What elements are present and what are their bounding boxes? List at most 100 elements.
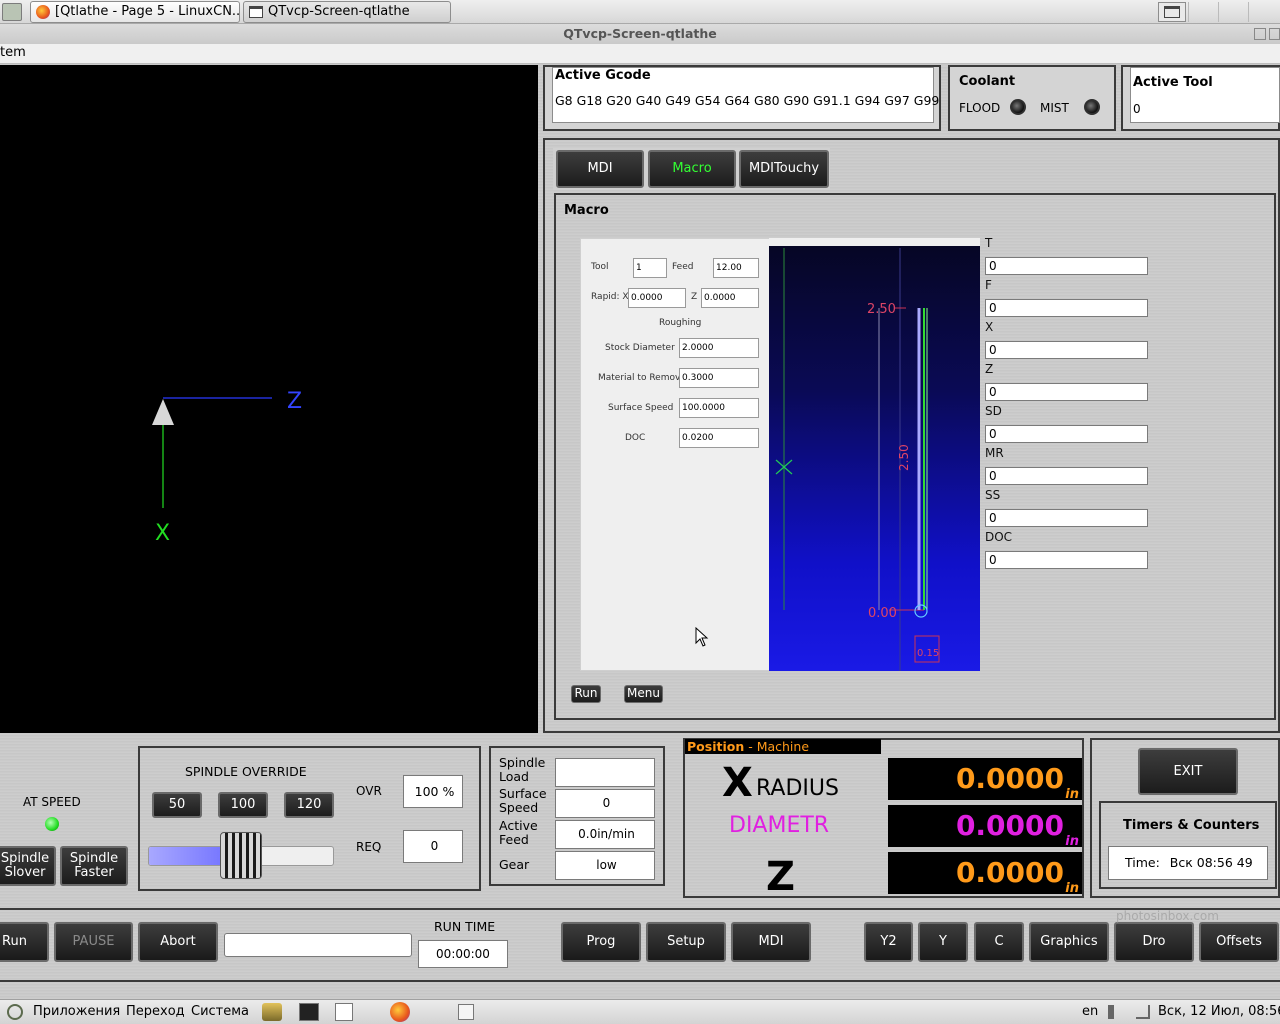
param-ss-input[interactable]: 0: [985, 509, 1148, 527]
c-button[interactable]: C: [974, 922, 1024, 962]
macro-run-button[interactable]: Run: [571, 685, 601, 703]
clock[interactable]: Вск, 12 Июл, 08:56: [1158, 1000, 1280, 1024]
position-header: Position - Machine: [685, 739, 881, 754]
ovr-label: OVR: [356, 784, 382, 798]
y-button[interactable]: Y: [918, 922, 968, 962]
override-slider-handle[interactable]: [220, 832, 262, 879]
system-menu[interactable]: Система: [191, 1000, 249, 1024]
spindle-faster-button[interactable]: Spindle Faster: [60, 846, 128, 886]
spindle-slower-button[interactable]: Spindle Slover: [0, 846, 56, 886]
applications-menu[interactable]: Приложения: [33, 1000, 120, 1024]
workspace-3[interactable]: [1218, 2, 1246, 22]
graphics-preview[interactable]: Z X: [0, 65, 538, 733]
spindle-override-title: SPINDLE OVERRIDE: [185, 764, 307, 779]
go-menu[interactable]: Переход: [126, 1000, 185, 1024]
param-x-input[interactable]: 0: [985, 341, 1148, 359]
y2-button[interactable]: Y2: [864, 922, 913, 962]
exit-button[interactable]: EXIT: [1138, 748, 1238, 795]
menu-item-system[interactable]: tem: [0, 45, 26, 60]
param-t-label: T: [985, 236, 993, 250]
timers-time-box: Time: Вск 08:56 49: [1108, 846, 1268, 880]
offsets-button[interactable]: Offsets: [1199, 922, 1279, 962]
run-button[interactable]: Run: [0, 922, 49, 962]
param-ss-label: SS: [985, 488, 1001, 502]
material-remove-label: Material to Remove: [598, 373, 686, 383]
window-icon: [249, 6, 263, 18]
workspace-switcher[interactable]: [1158, 2, 1186, 22]
dro-diameter: 0.0000 in: [888, 805, 1082, 849]
flood-indicator: [1010, 99, 1026, 115]
override-120-button[interactable]: 120: [284, 792, 334, 818]
terminal-icon[interactable]: [299, 1003, 319, 1021]
doc-input[interactable]: 0.0200: [679, 428, 759, 448]
axis-gizmo: Z X: [152, 389, 302, 546]
param-sd-input[interactable]: 0: [985, 425, 1148, 443]
preview-side-dim: 2.50: [897, 444, 911, 471]
tool-cone-icon: [152, 399, 174, 425]
feed-input[interactable]: 12.00: [713, 258, 759, 278]
trash-icon[interactable]: [458, 1004, 474, 1020]
coolant-title: Coolant: [959, 74, 1016, 89]
mouse-cursor-icon: [695, 627, 709, 647]
tab-mdi[interactable]: MDI: [556, 150, 644, 188]
taskbar-tab-qtvcp[interactable]: QTvcp-Screen-qtlathe: [243, 1, 451, 23]
setup-button[interactable]: Setup: [646, 922, 726, 962]
param-z-input[interactable]: 0: [985, 383, 1148, 401]
feed-label: Feed: [672, 262, 694, 272]
minimize-icon[interactable]: [1254, 28, 1266, 40]
req-label: REQ: [356, 840, 382, 854]
workspace-4[interactable]: [1248, 2, 1278, 22]
roughing-label: Roughing: [659, 318, 702, 328]
param-doc-input[interactable]: 0: [985, 551, 1148, 569]
launcher-icon[interactable]: [262, 1003, 282, 1021]
dro-button[interactable]: Dro: [1114, 922, 1194, 962]
taskbar-tab-forum[interactable]: [Qtlathe - Page 5 - LinuxCN...: [30, 1, 240, 23]
rapid-z-input[interactable]: 0.0000: [701, 288, 759, 308]
mist-indicator: [1084, 99, 1100, 115]
graphics-button[interactable]: Graphics: [1029, 922, 1109, 962]
z-axis-label: Z: [287, 389, 302, 414]
dro-x-value: 0.0000: [955, 762, 1064, 795]
workspace-2[interactable]: [1188, 2, 1216, 22]
override-100-button[interactable]: 100: [218, 792, 268, 818]
active-tool-box: Active Tool 0: [1130, 67, 1280, 123]
material-remove-input[interactable]: 0.3000: [679, 368, 759, 388]
macro-params: T 0 F 0 X 0 Z 0 SD 0 MR 0 SS 0 DOC 0: [984, 236, 1150, 570]
window-title-bar: QTvcp-Screen-qtlathe: [0, 24, 1280, 44]
run-time-value: 00:00:00: [418, 940, 508, 968]
text-editor-icon[interactable]: [335, 1003, 353, 1021]
gear-label: Gear: [499, 857, 530, 872]
tool-input[interactable]: 1: [633, 258, 667, 278]
keyboard-layout[interactable]: en: [1082, 1000, 1098, 1024]
network-icon[interactable]: [1136, 1005, 1150, 1019]
gcode-panel: Active Gcode G8 G18 G20 G40 G49 G54 G64 …: [543, 65, 941, 131]
tab-mditouchy[interactable]: MDITouchy: [739, 150, 829, 188]
workspace-icon: [1164, 6, 1180, 18]
position-mode: - Machine: [744, 739, 810, 754]
rapid-x-input[interactable]: 0.0000: [628, 288, 686, 308]
volume-icon[interactable]: [1108, 1005, 1124, 1019]
mdi-button[interactable]: MDI: [731, 922, 811, 962]
param-t-input[interactable]: 0: [985, 257, 1148, 275]
close-icon[interactable]: [1269, 28, 1280, 40]
surface-speed-value: 0: [555, 789, 655, 818]
surface-speed-input[interactable]: 100.0000: [679, 398, 759, 418]
show-desktop-icon[interactable]: [2, 3, 22, 21]
taskbar-tab-forum-label: [Qtlathe - Page 5 - LinuxCN...: [55, 4, 240, 19]
override-50-button[interactable]: 50: [152, 792, 202, 818]
param-mr-input[interactable]: 0: [985, 467, 1148, 485]
tab-macro[interactable]: Macro: [648, 150, 736, 188]
macro-menu-button[interactable]: Menu: [624, 685, 663, 703]
pause-button[interactable]: PAUSE: [54, 922, 133, 962]
prog-button[interactable]: Prog: [561, 922, 641, 962]
param-f-input[interactable]: 0: [985, 299, 1148, 317]
preview-bottom-dim: 0.00: [868, 606, 897, 621]
distro-logo-icon[interactable]: [7, 1004, 23, 1020]
stock-diameter-input[interactable]: 2.0000: [679, 338, 759, 358]
abort-button[interactable]: Abort: [138, 922, 218, 962]
active-feed-label: Active Feed: [499, 818, 538, 847]
param-mr-label: MR: [985, 446, 1004, 460]
firefox-launcher-icon[interactable]: [390, 1002, 410, 1022]
x-radius-label: RADIUS: [756, 776, 839, 801]
system-taskbar: Приложения Переход Система en Вск, 12 Ию…: [0, 999, 1280, 1024]
